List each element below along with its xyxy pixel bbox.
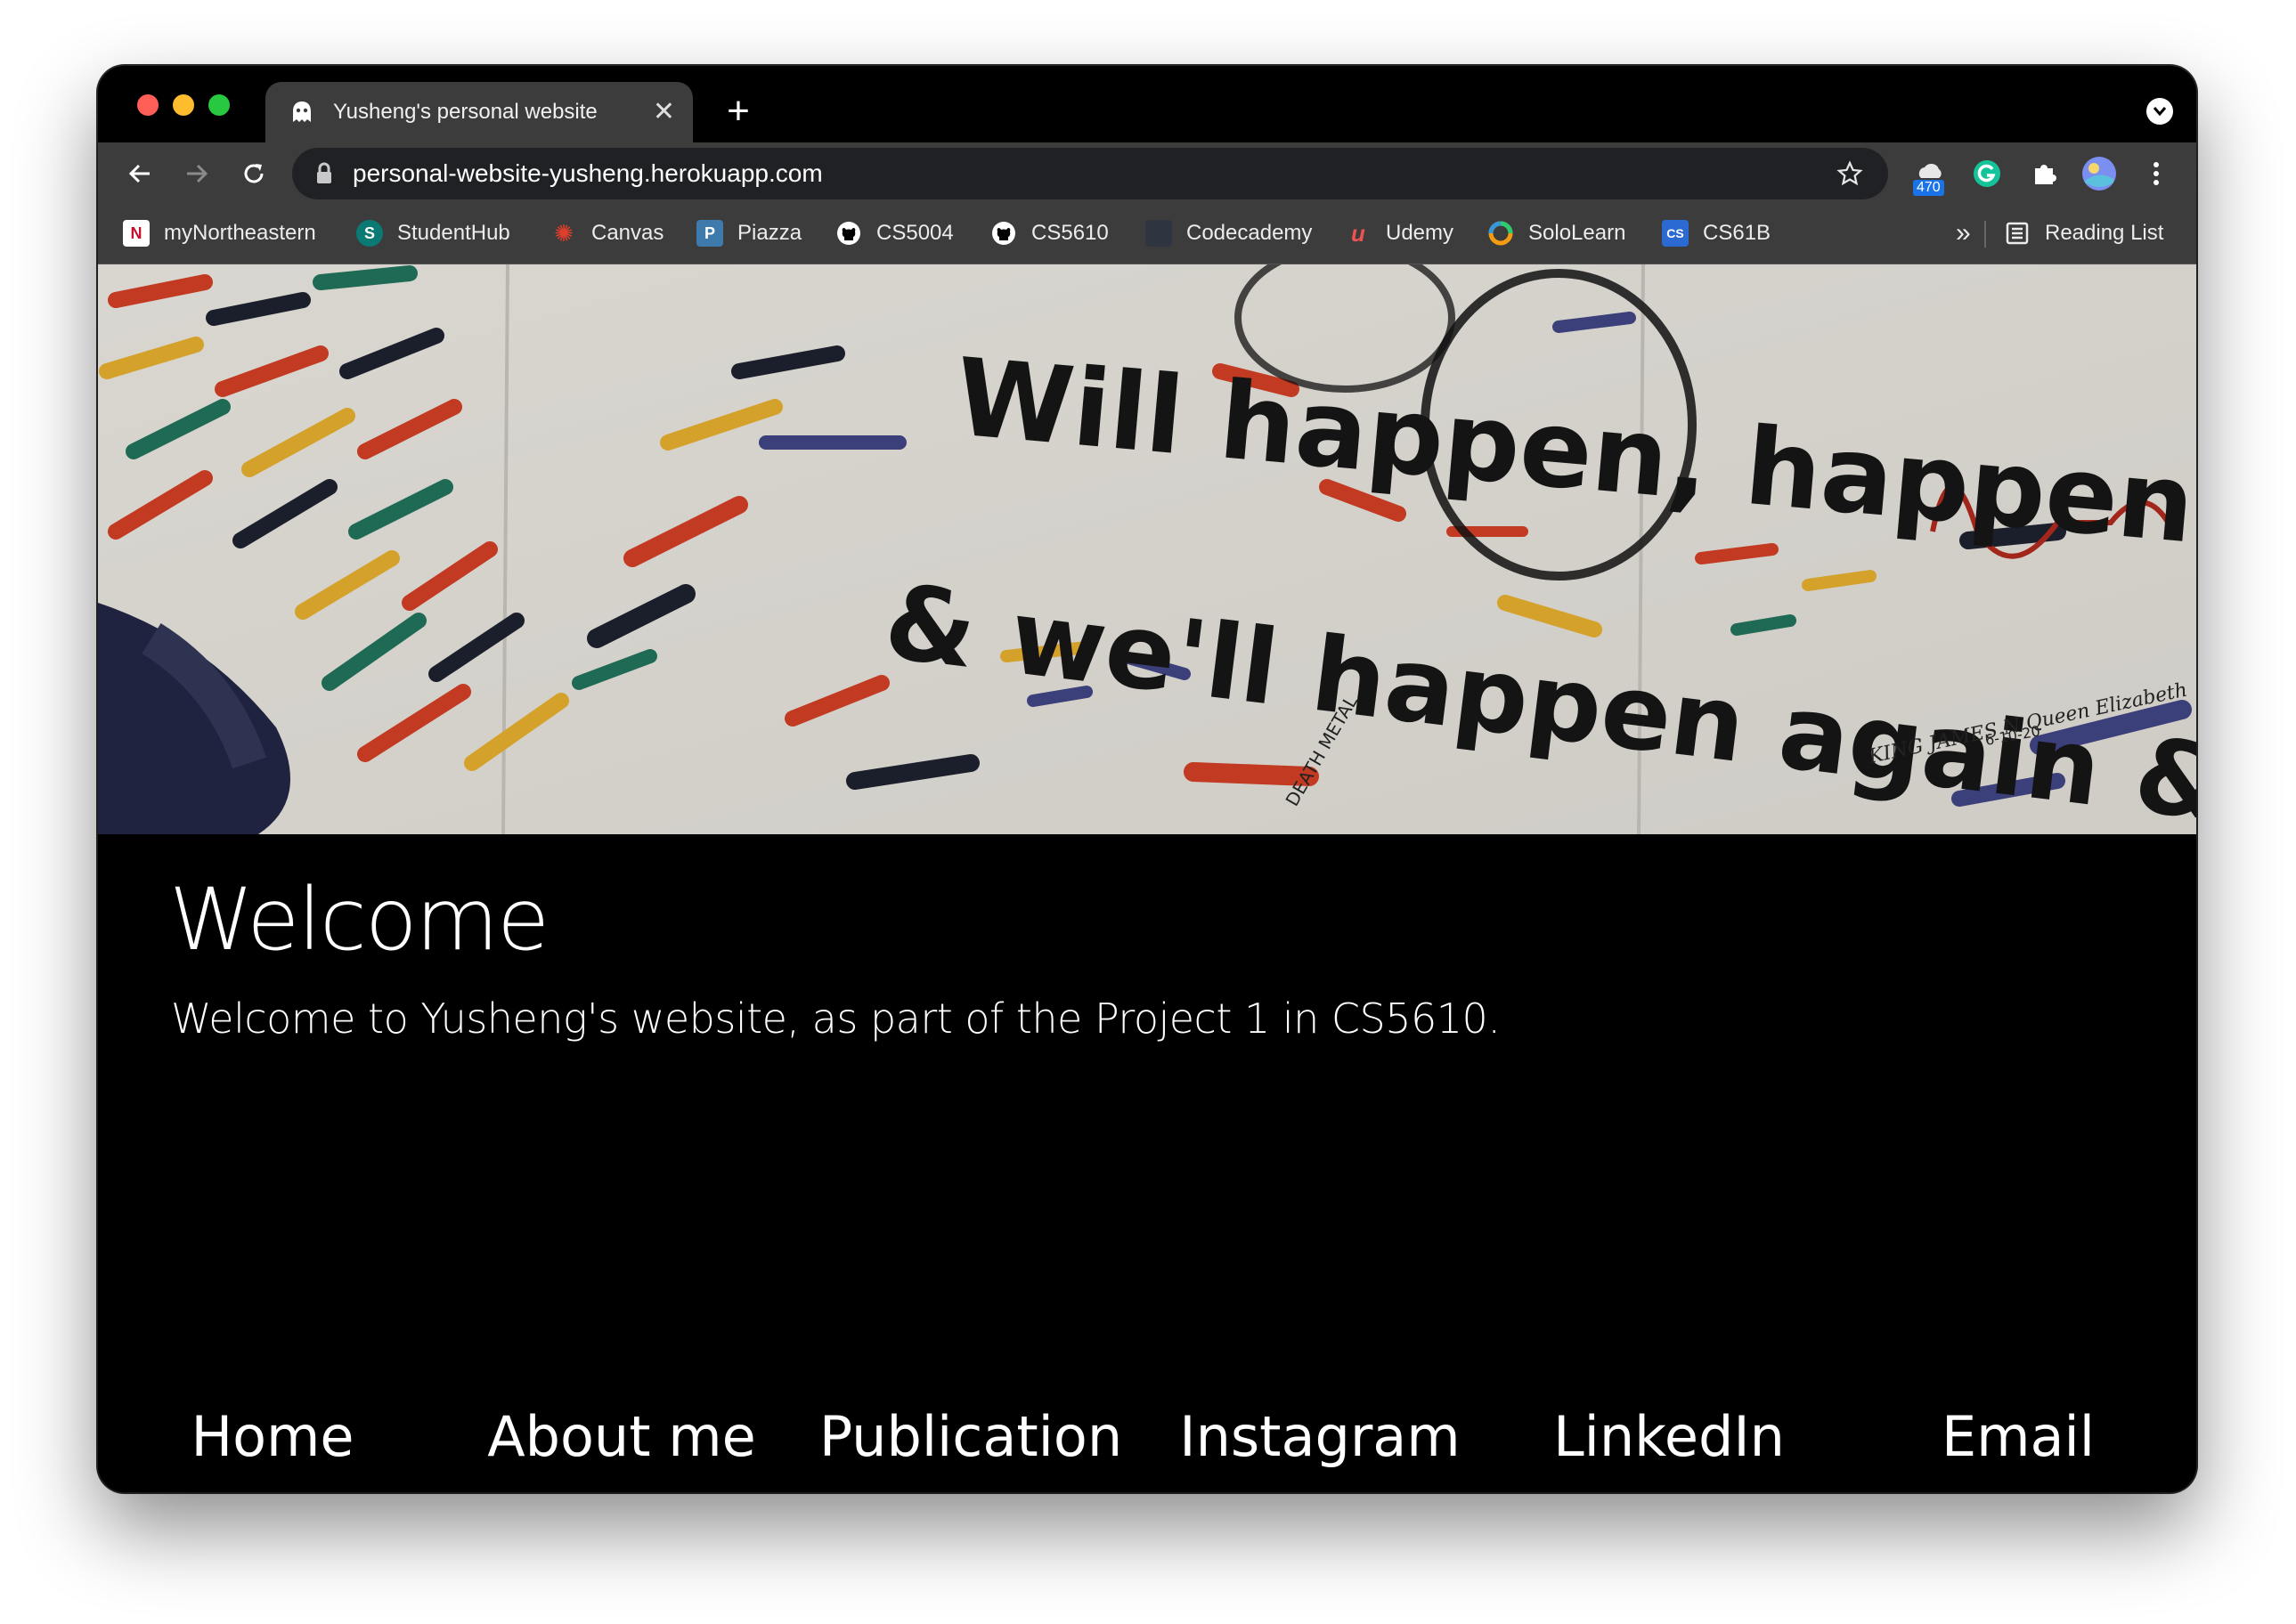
canvas-icon: ✺	[554, 219, 574, 247]
url-text[interactable]: personal-website-yusheng.herokuapp.com	[353, 159, 1835, 188]
arrow-right-icon	[187, 164, 208, 183]
nav-linkedin-link[interactable]: LinkedIn	[1494, 1404, 1844, 1469]
bookmark-label: Piazza	[737, 221, 802, 245]
extensions-button[interactable]	[2023, 153, 2064, 194]
bookmark-codecademy[interactable]: Codecademy	[1145, 215, 1312, 251]
extension-470-button[interactable]: 470	[1909, 153, 1950, 196]
puzzle-icon	[2035, 165, 2056, 184]
bookmark-label: CS5004	[876, 221, 954, 245]
extension-badge: 470	[1913, 180, 1944, 196]
bookmark-cs5004[interactable]: CS5004	[835, 215, 954, 251]
reload-button[interactable]	[232, 151, 276, 196]
grammarly-icon	[1974, 160, 2000, 187]
reading-list-label: Reading List	[2045, 221, 2164, 245]
nav-home-link[interactable]: Home	[98, 1404, 447, 1469]
arrow-left-icon	[128, 164, 150, 183]
web-page: Will happen, happening & we'll happen ag…	[98, 264, 2196, 1492]
ghost-favicon-icon	[287, 97, 317, 127]
nav-about-me-link[interactable]: About me	[447, 1404, 796, 1469]
reload-icon	[244, 164, 264, 183]
github-icon	[990, 220, 1017, 247]
address-bar[interactable]: personal-website-yusheng.herokuapp.com	[292, 148, 1888, 199]
bookmarks-divider	[1984, 221, 1986, 248]
bookmark-sololearn[interactable]: SoloLearn	[1487, 215, 1625, 251]
bookmark-mynortheastern[interactable]: N myNortheastern	[123, 215, 316, 251]
zoom-window-button[interactable]	[208, 94, 230, 116]
bookmarks-bar: N myNortheastern S StudentHub ✺ Canvas P…	[98, 205, 2196, 264]
bookmark-label: Canvas	[591, 221, 664, 245]
chevron-down-icon	[2153, 107, 2167, 117]
profile-avatar[interactable]	[2079, 153, 2120, 194]
bookmark-star-icon[interactable]	[1835, 158, 1865, 189]
nav-email-link[interactable]: Email	[1844, 1404, 2193, 1469]
minimize-window-button[interactable]	[173, 94, 194, 116]
bookmark-label: Codecademy	[1186, 221, 1313, 245]
tab-close-icon[interactable]: ✕	[653, 99, 675, 126]
nav-instagram-link[interactable]: Instagram	[1145, 1404, 1494, 1469]
github-icon	[835, 220, 862, 247]
back-button[interactable]	[118, 151, 162, 196]
bookmark-cs5610[interactable]: CS5610	[990, 215, 1109, 251]
lock-icon[interactable]	[315, 160, 335, 187]
bookmark-udemy[interactable]: u Udemy	[1345, 215, 1453, 251]
reading-list-button[interactable]: Reading List	[2004, 215, 2163, 251]
site-nav: Home About me Publication Instagram Link…	[98, 1404, 2196, 1492]
grammarly-button[interactable]	[1966, 153, 2007, 194]
bookmark-label: Udemy	[1386, 221, 1454, 245]
sharepoint-icon: S	[356, 220, 383, 247]
forward-button[interactable]	[175, 151, 219, 196]
browser-toolbar: personal-website-yusheng.herokuapp.com 4…	[98, 142, 2196, 205]
bookmark-piazza[interactable]: P Piazza	[696, 215, 802, 251]
tab-active[interactable]: Yusheng's personal website ✕	[265, 82, 693, 142]
codecademy-icon	[1145, 220, 1172, 247]
hero-banner-image: Will happen, happening & we'll happen ag…	[98, 264, 2196, 834]
bookmark-label: SoloLearn	[1528, 221, 1626, 245]
welcome-description: Welcome to Yusheng's website, as part of…	[171, 995, 1501, 1043]
tab-search-button[interactable]	[2146, 98, 2173, 125]
browser-menu-button[interactable]	[2136, 153, 2177, 194]
northeastern-icon: N	[123, 220, 150, 247]
bookmark-label: CS61B	[1703, 221, 1771, 245]
browser-window: Yusheng's personal website ✕ + personal-…	[98, 66, 2196, 1492]
bookmark-studenthub[interactable]: S StudentHub	[356, 215, 510, 251]
graffiti-wall-image: Will happen, happening & we'll happen ag…	[98, 264, 2196, 834]
page-title: Welcome	[169, 870, 550, 970]
piazza-icon: P	[696, 220, 723, 247]
new-tab-button[interactable]: +	[716, 89, 761, 134]
nav-publication-link[interactable]: Publication	[796, 1404, 1145, 1469]
bookmark-label: myNortheastern	[164, 221, 316, 245]
avatar-icon	[2082, 157, 2116, 191]
reading-list-icon	[2004, 220, 2031, 247]
udemy-icon: u	[1351, 219, 1365, 247]
sololearn-icon	[1487, 220, 1514, 247]
close-window-button[interactable]	[137, 94, 159, 116]
tab-title: Yusheng's personal website	[333, 100, 598, 124]
more-bookmarks-chevron-icon[interactable]: »	[1956, 215, 1971, 251]
more-vert-icon	[2154, 162, 2159, 185]
bookmark-cs61b[interactable]: CS CS61B	[1662, 215, 1771, 251]
bookmark-canvas[interactable]: ✺ Canvas	[550, 215, 664, 251]
bookmark-label: StudentHub	[397, 221, 510, 245]
cs61b-icon: CS	[1662, 220, 1689, 247]
bookmark-label: CS5610	[1031, 221, 1109, 245]
tab-strip: Yusheng's personal website ✕ +	[98, 66, 2196, 142]
